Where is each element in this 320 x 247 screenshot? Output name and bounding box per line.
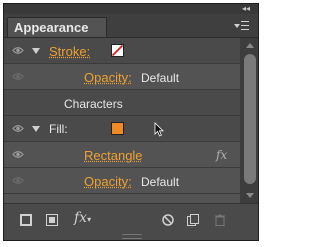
fx-icon[interactable]: fx [216, 148, 227, 162]
fill-label: Fill: [49, 122, 68, 136]
scroll-down-icon[interactable] [246, 193, 254, 198]
eye-icon[interactable] [12, 124, 24, 133]
disclosure-triangle-icon[interactable] [32, 126, 40, 132]
panel-title: Appearance [14, 20, 89, 35]
cursor-arrow-icon [154, 122, 164, 137]
disclosure-triangle-icon[interactable] [32, 48, 40, 54]
duplicate-item-icon[interactable] [187, 214, 199, 226]
characters-row[interactable]: Characters [4, 90, 240, 116]
panel-footer: fx▾ [4, 203, 258, 240]
stroke-opacity-row[interactable]: Opacity: Default [4, 64, 240, 90]
appearance-list: Stroke: Opacity: Default Characters Fill… [4, 38, 240, 203]
stroke-opacity-value: Default [141, 71, 180, 85]
rectangle-row[interactable]: Rectangle fx [4, 142, 240, 168]
panel-menu-icon[interactable] [234, 20, 250, 32]
panel-tabbar: Appearance [4, 14, 258, 38]
clear-appearance-icon[interactable] [162, 214, 174, 226]
scroll-up-icon[interactable] [246, 43, 254, 48]
chevron-down-icon [234, 24, 240, 28]
add-new-fill-icon[interactable] [46, 214, 58, 226]
fill-swatch[interactable] [111, 122, 124, 135]
eye-icon[interactable] [12, 150, 24, 159]
stroke-row[interactable]: Stroke: [4, 38, 240, 64]
stroke-label[interactable]: Stroke: [49, 44, 90, 59]
stroke-swatch-icon[interactable] [111, 44, 124, 57]
characters-label: Characters [64, 97, 123, 111]
fill-opacity-row[interactable]: Opacity: Default [4, 168, 240, 194]
add-new-effect-icon[interactable]: fx▾ [74, 210, 91, 226]
trash-icon[interactable] [214, 214, 226, 226]
panel-titlebar: ◂◂ [4, 4, 258, 14]
rectangle-effect-link[interactable]: Rectangle [84, 148, 143, 163]
stroke-opacity-label[interactable]: Opacity: [84, 70, 132, 85]
eye-icon[interactable] [12, 176, 24, 185]
collapse-panel-button[interactable]: ◂◂ [242, 4, 250, 14]
tab-appearance[interactable]: Appearance [7, 17, 107, 37]
fx-label: fx [74, 210, 88, 226]
fill-opacity-value: Default [141, 175, 180, 189]
fill-row[interactable]: Fill: [4, 116, 240, 142]
vertical-scrollbar[interactable] [240, 38, 258, 203]
appearance-panel: ◂◂ Appearance Stroke: Opacity: Default C… [3, 3, 259, 241]
eye-icon[interactable] [12, 72, 24, 81]
add-new-stroke-icon[interactable] [20, 214, 32, 226]
scroll-thumb[interactable] [244, 54, 256, 184]
fill-opacity-label[interactable]: Opacity: [84, 174, 132, 189]
eye-icon[interactable] [12, 46, 24, 55]
resize-grip[interactable] [122, 234, 142, 239]
